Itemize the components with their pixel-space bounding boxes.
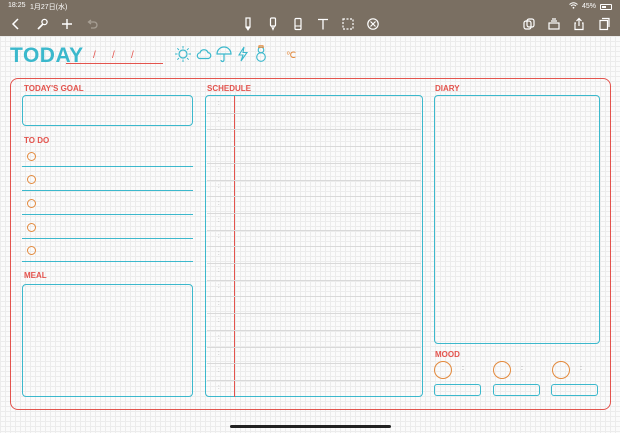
date-separator: / <box>112 50 115 61</box>
eraser-icon[interactable] <box>288 14 308 34</box>
schedule-row-line <box>207 229 421 231</box>
status-time: 18:25 <box>8 2 26 9</box>
schedule-row-line <box>207 212 421 214</box>
schedule-time-colon: : <box>218 301 220 308</box>
schedule-row-line <box>207 296 421 298</box>
diary-label: DIARY <box>435 84 460 93</box>
lasso-icon[interactable] <box>338 14 358 34</box>
schedule-time-colon: : <box>218 367 220 374</box>
mood-face-circle[interactable] <box>552 361 570 379</box>
share-icon[interactable] <box>519 14 539 34</box>
schedule-time-colon: : <box>218 334 220 341</box>
toolbar <box>0 12 620 36</box>
schedule-time-colon: : <box>218 267 220 274</box>
text-icon[interactable] <box>313 14 333 34</box>
goal-label: TODAY'S GOAL <box>24 84 84 93</box>
schedule-time-colon: : <box>218 150 220 157</box>
schedule-row-line <box>207 246 421 248</box>
undo-icon[interactable] <box>82 14 102 34</box>
date-field[interactable]: / / / <box>66 48 163 64</box>
schedule-time-colon: : <box>218 200 220 207</box>
celsius-unit: ℃ <box>286 50 297 60</box>
schedule-time-colon: : <box>218 134 220 141</box>
mood-colon: : <box>521 365 523 372</box>
todo-line <box>22 261 193 262</box>
mood-box[interactable] <box>434 384 481 396</box>
home-indicator <box>230 425 391 428</box>
schedule-time-colon: : <box>218 100 220 107</box>
diary-box[interactable] <box>434 95 600 344</box>
status-bar: 18:25 1月27日(水) 45% <box>0 0 620 12</box>
mood-colon: : <box>580 365 582 372</box>
snowman-icon[interactable] <box>252 45 270 63</box>
status-date: 1月27日(水) <box>30 4 68 11</box>
layers-icon[interactable] <box>544 14 564 34</box>
meal-label: MEAL <box>24 271 47 280</box>
status-right: 45% <box>569 2 612 11</box>
todo-checkbox[interactable] <box>27 175 36 184</box>
schedule-time-colon: : <box>218 284 220 291</box>
meal-box[interactable] <box>22 284 193 397</box>
todo-line <box>22 214 193 215</box>
schedule-time-colon: : <box>218 217 220 224</box>
umbrella-icon[interactable] <box>215 45 233 63</box>
todo-line <box>22 190 193 191</box>
goal-box[interactable] <box>22 95 193 126</box>
battery-icon <box>600 3 612 10</box>
schedule-time-colon: : <box>218 351 220 358</box>
mood-face-circle[interactable] <box>434 361 452 379</box>
schedule-time-colon: : <box>218 384 220 391</box>
lightning-icon[interactable] <box>234 45 252 63</box>
back-icon[interactable] <box>6 14 26 34</box>
schedule-row-line <box>207 313 421 315</box>
schedule-row-line <box>207 196 421 198</box>
sun-icon[interactable] <box>174 45 192 63</box>
schedule-row-line <box>207 162 421 164</box>
schedule-row-line <box>207 346 421 348</box>
pen-icon[interactable] <box>238 14 258 34</box>
pages-icon[interactable] <box>594 14 614 34</box>
date-separator: / <box>131 50 134 61</box>
todo-checkbox[interactable] <box>27 152 36 161</box>
schedule-row-line <box>207 329 421 331</box>
todo-checkbox[interactable] <box>27 223 36 232</box>
schedule-row-line <box>207 279 421 281</box>
mood-colon: : <box>462 365 464 372</box>
battery-percent: 45% <box>581 3 596 10</box>
schedule-row-line <box>207 363 421 365</box>
todo-label: TO DO <box>24 136 50 145</box>
schedule-time-colon: : <box>218 251 220 257</box>
todo-line <box>22 166 193 167</box>
plus-icon[interactable] <box>57 14 77 34</box>
todo-checkbox[interactable] <box>27 199 36 208</box>
date-separator: / <box>93 50 96 61</box>
schedule-row-line <box>207 179 421 181</box>
schedule-time-colon: : <box>218 234 220 241</box>
schedule-time-colon: : <box>218 117 220 124</box>
schedule-row-line <box>207 129 421 131</box>
mood-box[interactable] <box>493 384 540 396</box>
mood-box[interactable] <box>551 384 598 396</box>
export-icon[interactable] <box>569 14 589 34</box>
schedule-time-colon: : <box>218 317 220 324</box>
todo-checkbox[interactable] <box>27 246 36 255</box>
schedule-time-colon: : <box>218 184 220 191</box>
schedule-row-line <box>207 146 421 148</box>
wrench-icon[interactable] <box>32 14 52 34</box>
schedule-row-line <box>207 263 421 264</box>
schedule-label: SCHEDULE <box>207 84 252 93</box>
todo-line <box>22 238 193 239</box>
wifi-icon <box>569 2 578 11</box>
mood-label: MOOD <box>435 350 460 359</box>
highlighter-icon[interactable] <box>263 14 283 34</box>
planner-page[interactable]: TODAY / / / ℃ TODAY'S GOAL TO DO MEAL SC… <box>0 36 620 433</box>
schedule-time-colon: : <box>218 167 220 174</box>
schedule-row-line <box>207 112 421 114</box>
schedule-row-line <box>207 379 421 381</box>
mood-face-circle[interactable] <box>493 361 511 379</box>
shape-icon[interactable] <box>363 14 383 34</box>
cloud-icon[interactable] <box>195 45 213 63</box>
